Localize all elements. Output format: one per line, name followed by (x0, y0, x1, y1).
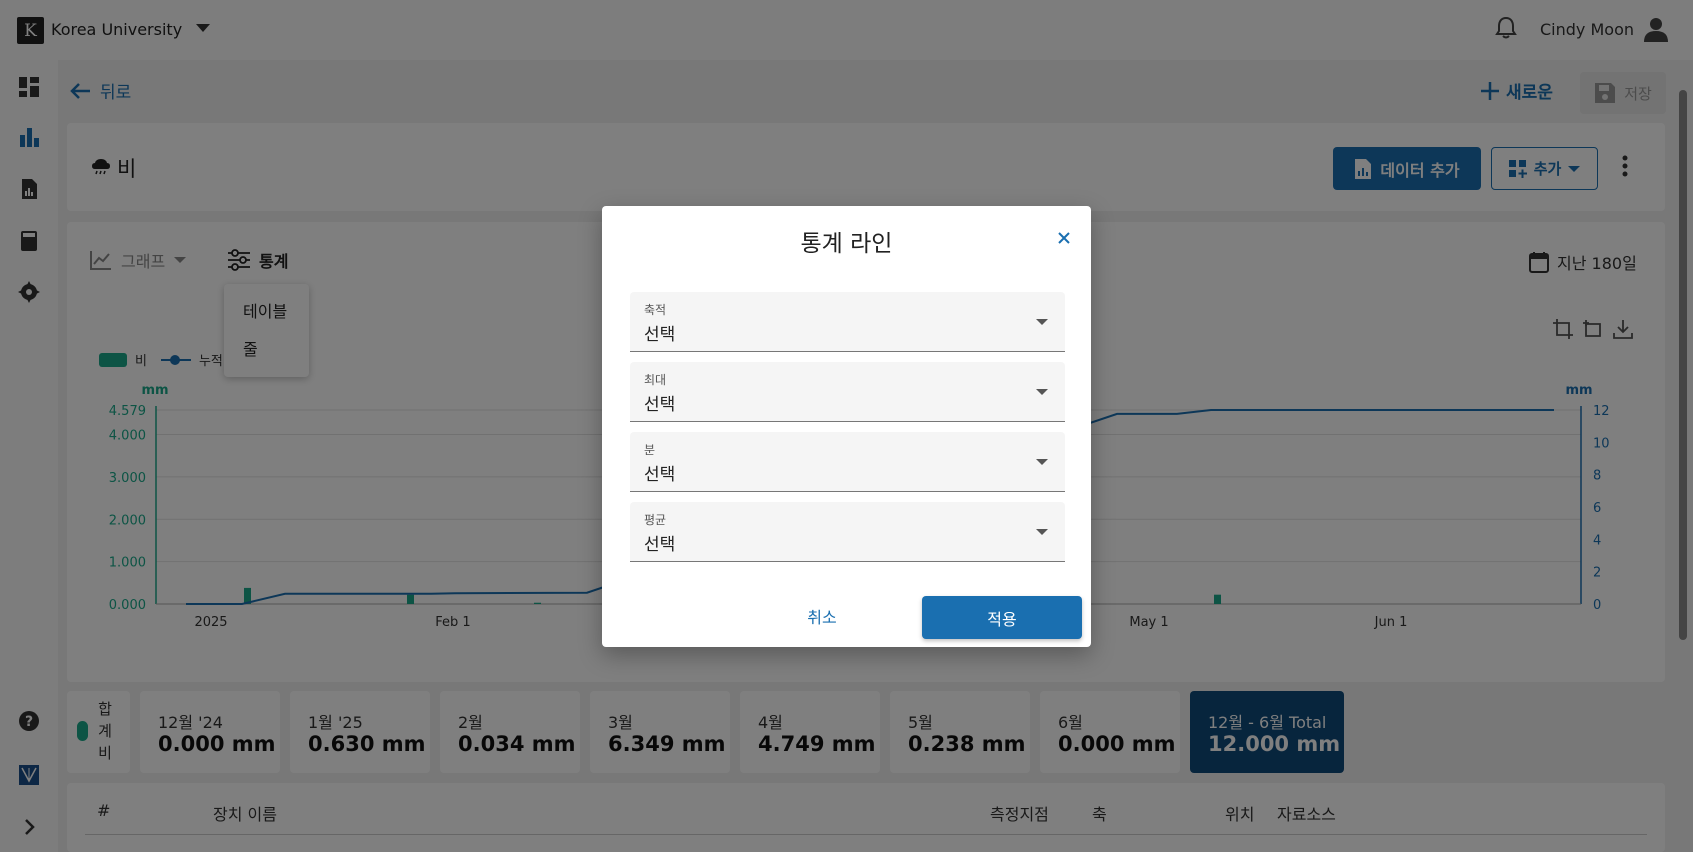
field-value: 선택 (644, 395, 676, 415)
cancel-button[interactable]: 취소 (784, 596, 860, 636)
caret-down-icon (1036, 529, 1048, 535)
caret-down-icon (1036, 459, 1048, 465)
caret-down-icon (1036, 319, 1048, 325)
average-select[interactable]: 평균 선택 (630, 502, 1065, 562)
field-label: 축적 (644, 303, 667, 317)
maximum-select[interactable]: 최대 선택 (630, 362, 1065, 422)
accumulation-select[interactable]: 축적 선택 (630, 292, 1065, 352)
apply-button[interactable]: 적용 (922, 596, 1082, 639)
close-icon[interactable] (1052, 226, 1076, 250)
field-value: 선택 (644, 535, 676, 555)
caret-down-icon (1036, 389, 1048, 395)
field-label: 최대 (644, 373, 667, 387)
field-label: 평균 (644, 513, 667, 527)
dialog-title: 통계 라인 (800, 231, 893, 257)
field-value: 선택 (644, 465, 676, 485)
minimum-select[interactable]: 분 선택 (630, 432, 1065, 492)
field-label: 분 (644, 443, 656, 457)
field-value: 선택 (644, 325, 676, 345)
statistics-line-dialog: 통계 라인 축적 선택 최대 선택 분 선택 평균 선택 취소 적용 (602, 206, 1091, 647)
